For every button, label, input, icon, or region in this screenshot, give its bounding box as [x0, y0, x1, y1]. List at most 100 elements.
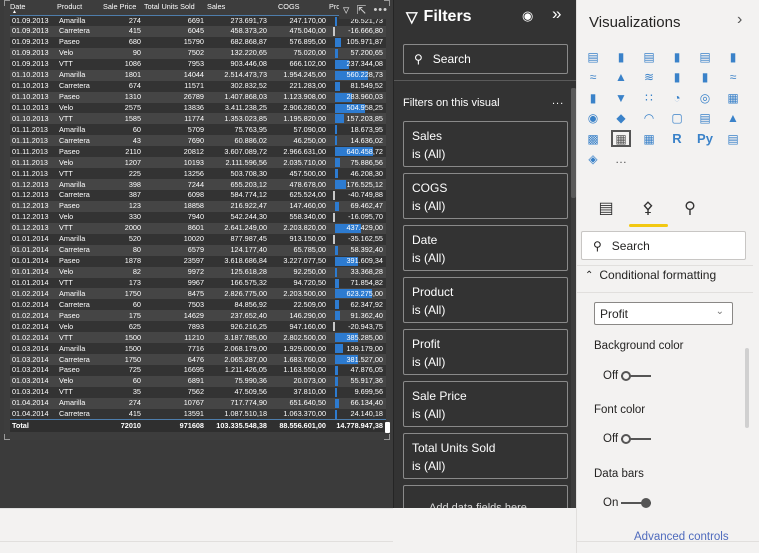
table-row[interactable]: 01.10.2013 Velo 2575 13836 3.411.238,25 2.906… — [10, 102, 386, 114]
pie-chart-icon[interactable]: ◔ — [667, 89, 687, 106]
table-row[interactable]: 01.11.2013 Amarilla 60 5709 75.763,95 57.090,… — [10, 124, 386, 136]
multi-row-card-icon[interactable]: ▤ — [695, 110, 715, 127]
table-row[interactable]: 01.12.2013 Paseo 123 18858 216.922,47 147.460… — [10, 200, 386, 212]
table-icon[interactable]: ▦ — [611, 130, 631, 147]
toggle-switch[interactable] — [621, 434, 652, 444]
analytics-tab-icon[interactable]: ⚲ — [679, 197, 701, 219]
table-row[interactable]: 01.01.2014 Amarilla 520 10020 877.987,45 913.… — [10, 233, 386, 245]
format-pane-scrollbar[interactable] — [745, 348, 749, 428]
fields-tab-icon[interactable]: ▤ — [595, 197, 617, 219]
table-row[interactable]: 01.09.2013 Velo 90 7502 132.220,65 75.020,00 5… — [10, 47, 386, 59]
resize-handle[interactable] — [4, 434, 10, 440]
font-color-toggle[interactable]: Off — [603, 433, 652, 445]
r-visual-icon[interactable]: R — [667, 130, 687, 147]
filter-card-product[interactable]: Product is (All) — [403, 277, 568, 323]
filter-card-total-units-sold[interactable]: Total Units Sold is (All) — [403, 433, 568, 479]
line-and-stacked-column-icon[interactable]: ▮ — [667, 69, 687, 86]
more-options-icon[interactable]: ... — [552, 95, 564, 107]
more-visuals-icon[interactable]: … — [611, 151, 631, 168]
table-row[interactable]: 01.10.2013 VTT 1585 11774 1.353.023,85 1.195.… — [10, 113, 386, 125]
column-header-sale-price[interactable]: Sale Price — [99, 0, 144, 16]
ribbon-chart-icon[interactable]: ≈ — [723, 69, 743, 86]
table-row[interactable]: 01.11.2013 Paseo 2110 20812 3.607.089,72 2.96… — [10, 146, 386, 158]
table-row[interactable]: 01.09.2013 Carretera 415 6045 458.373,20 475.… — [10, 25, 386, 37]
filter-card-profit[interactable]: Profit is (All) — [403, 329, 568, 375]
table-row[interactable]: 01.12.2013 Velo 330 7940 542.244,30 558.340,0… — [10, 211, 386, 223]
table-row[interactable]: 01.03.2014 Velo 60 6891 75.990,36 20.073,00 55… — [10, 375, 386, 387]
table-row[interactable]: 01.01.2014 VTT 173 9967 166.575,32 94.720,50 7… — [10, 277, 386, 289]
filter-card-date[interactable]: Date is (All) — [403, 225, 568, 271]
data-bars-toggle[interactable]: On — [603, 497, 652, 509]
collapse-pane-icon[interactable]: › — [737, 11, 742, 29]
table-row[interactable]: 01.01.2014 Paseo 1878 23597 3.618.686,84 3.22… — [10, 255, 386, 267]
table-row[interactable]: 01.12.2013 Carretera 387 6098 584.774,12 625.… — [10, 190, 386, 201]
table-row[interactable]: 01.10.2013 Carretera 674 11571 302.832,52 221… — [10, 80, 386, 92]
column-header-total-units-sold[interactable]: Total Units Sold — [144, 0, 207, 16]
table-row[interactable]: 01.09.2013 VTT 1086 7953 903.446,08 666.102,0… — [10, 58, 386, 70]
table-row[interactable]: 01.03.2014 VTT 35 7562 47.509,56 37.810,00 9.6… — [10, 386, 386, 398]
waterfall-chart-icon[interactable]: ▮ — [583, 89, 603, 106]
funnel-icon[interactable]: ▼ — [611, 89, 631, 106]
format-search-input[interactable]: ⚲ Search — [581, 231, 746, 260]
column-header-sales[interactable]: Sales — [207, 0, 270, 16]
matrix-icon[interactable]: ▦ — [639, 130, 659, 147]
table-row[interactable]: 01.09.2013 Amarilla 274 6691 273.691,73 247.1… — [10, 15, 386, 26]
table-row[interactable]: 01.11.2013 Velo 1207 10193 2.111.596,56 2.035… — [10, 157, 386, 169]
table-row[interactable]: 01.12.2013 Amarilla 398 7244 655.203,12 478.6… — [10, 179, 386, 190]
clustered-column-chart-icon[interactable]: ▮ — [667, 48, 687, 65]
eye-icon[interactable]: ◉ — [522, 8, 533, 24]
table-visual[interactable]: Date ▲ Product Sale Price Total Units Sol… — [4, 0, 390, 440]
clustered-bar-chart-icon[interactable]: ▤ — [639, 48, 659, 65]
shape-map-icon[interactable]: ◈ — [583, 151, 603, 168]
table-row[interactable]: 01.03.2014 Paseo 725 16695 1.211.426,05 1.163… — [10, 365, 386, 376]
table-row[interactable]: 01.02.2014 Paseo 175 14629 237.652,40 146.290… — [10, 310, 386, 322]
toggle-switch[interactable] — [621, 498, 652, 508]
table-row[interactable]: 01.10.2013 Amarilla 1801 14044 2.514.473,73 1… — [10, 69, 386, 81]
table-row[interactable]: 01.01.2014 Carretera 80 6579 124.177,40 65.78… — [10, 244, 386, 256]
table-row[interactable]: 01.04.2014 Carretera 415 13591 1.087.510,18 1… — [10, 408, 386, 420]
stacked-column-chart-icon[interactable]: ▮ — [611, 48, 631, 65]
100-stacked-bar-chart-icon[interactable]: ▤ — [695, 48, 715, 65]
conditional-formatting-section[interactable]: ⌃ Conditional formatting — [585, 268, 716, 282]
line-chart-icon[interactable]: ≈ — [583, 69, 603, 86]
table-row[interactable]: 01.09.2013 Paseo 680 15790 682.868,87 576.895… — [10, 36, 386, 48]
donut-chart-icon[interactable]: ◎ — [695, 89, 715, 106]
scrollbar-thumb[interactable] — [385, 422, 390, 433]
format-tab-icon[interactable]: ⚴ — [637, 197, 659, 219]
filter-card-sales[interactable]: Sales is (All) — [403, 121, 568, 167]
map-icon[interactable]: ◉ — [583, 110, 603, 127]
table-row[interactable]: 01.01.2014 Velo 82 9972 125.618,28 92.250,00 3… — [10, 266, 386, 278]
table-row[interactable]: 01.02.2014 Carretera 60 7503 84.856,92 22.509… — [10, 299, 386, 311]
field-dropdown[interactable]: Profit ⌄ — [594, 302, 733, 325]
table-row[interactable]: 01.02.2014 Velo 625 7893 926.216,25 947.160,0… — [10, 321, 386, 333]
100-stacked-column-chart-icon[interactable]: ▮ — [723, 48, 743, 65]
focus-mode-icon[interactable]: ⇱ — [356, 3, 366, 17]
background-color-toggle[interactable]: Off — [603, 370, 652, 382]
table-row[interactable]: 01.02.2014 VTT 1500 11210 3.187.785,00 2.802.… — [10, 332, 386, 344]
filters-search-input[interactable]: ⚲ Search — [403, 44, 568, 74]
toggle-switch[interactable] — [621, 371, 652, 381]
sort-ascending-icon[interactable]: ▲ — [12, 9, 17, 15]
column-header-product[interactable]: Product — [57, 0, 99, 16]
stacked-area-chart-icon[interactable]: ≋ — [639, 69, 659, 86]
filter-card-sale-price[interactable]: Sale Price is (All) — [403, 381, 568, 427]
table-row[interactable]: 01.12.2013 VTT 2000 8601 2.641.249,00 2.203.8… — [10, 222, 386, 234]
more-options-icon[interactable]: ••• — [373, 3, 388, 17]
area-chart-icon[interactable]: ▲ — [611, 69, 631, 86]
table-row[interactable]: 01.10.2013 Paseo 1310 26789 1.407.868,03 1.12… — [10, 91, 386, 103]
table-row[interactable]: 01.03.2014 Amarilla 1500 7716 2.068.179,00 1.… — [10, 343, 386, 355]
filled-map-icon[interactable]: ◆ — [611, 110, 631, 127]
table-scrollbar[interactable] — [384, 15, 390, 435]
kpi-icon[interactable]: ▲ — [723, 110, 743, 127]
table-row[interactable]: 01.03.2014 Carretera 1750 6476 2.065.287,00 1… — [10, 354, 386, 365]
table-row[interactable]: 01.04.2014 Amarilla 274 10767 717.774,90 651.… — [10, 397, 386, 409]
treemap-icon[interactable]: ▦ — [723, 89, 743, 106]
table-row[interactable]: 01.11.2013 Carretera 43 7690 60.886,02 46.250… — [10, 135, 386, 147]
slicer-icon[interactable]: ▩ — [583, 130, 603, 147]
table-row[interactable]: 01.02.2014 Amarilla 1750 8475 2.826.775,00 2.… — [10, 288, 386, 300]
decomposition-tree-icon[interactable]: ▤ — [723, 130, 743, 147]
column-header-date[interactable]: Date ▲ — [10, 0, 57, 16]
collapse-pane-icon[interactable]: » — [552, 4, 561, 24]
gauge-icon[interactable]: ◠ — [639, 110, 659, 127]
line-and-clustered-column-icon[interactable]: ▮ — [695, 69, 715, 86]
